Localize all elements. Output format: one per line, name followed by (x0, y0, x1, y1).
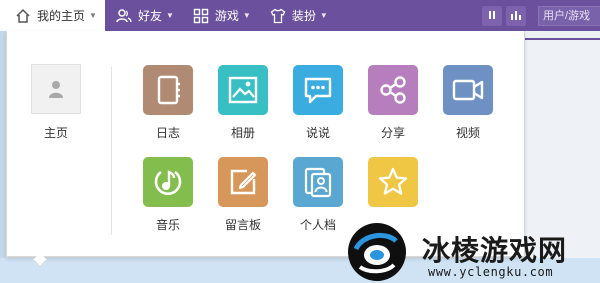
chevron-down-icon: ▼ (319, 11, 328, 20)
share-icon (368, 65, 418, 115)
page-accent-line (525, 38, 600, 40)
notebook-icon (143, 65, 193, 115)
site-watermark: 冰棱游戏网 www.yclengku.com (344, 213, 600, 283)
star-icon (368, 157, 418, 207)
menu-app-profile[interactable]: 个人档 (283, 157, 353, 233)
app-label: 说说 (305, 126, 330, 140)
menu-app-favorites[interactable] (358, 157, 428, 216)
pause-button[interactable] (482, 5, 502, 26)
menu-app-guestbook[interactable]: 留言板 (208, 157, 278, 233)
chevron-down-icon: ▼ (242, 11, 251, 20)
app-label: 日志 (155, 126, 180, 140)
nav-my-homepage[interactable]: 我的主页 ▼ (0, 0, 105, 31)
app-label: 分享 (380, 126, 405, 140)
menu-app-status[interactable]: 说说 (283, 65, 353, 141)
photo-icon (218, 65, 268, 115)
avatar (31, 64, 81, 114)
user-silhouette-icon (49, 81, 63, 98)
menu-app-share[interactable]: 分享 (358, 65, 428, 141)
watermark-site-name: 冰棱游戏网 (422, 234, 568, 267)
nav-label: 好友 (137, 9, 162, 23)
pause-icon (487, 7, 497, 25)
menu-app-music[interactable]: 音乐 (133, 157, 203, 233)
nav-friends[interactable]: 好友 ▼ (105, 0, 182, 31)
nav-dressup[interactable]: 装扮 ▼ (259, 0, 336, 31)
app-label: 个人档 (299, 218, 336, 232)
friends-icon (115, 7, 133, 25)
equalizer-button[interactable] (506, 5, 526, 26)
menu-app-video[interactable]: 视频 (433, 65, 503, 141)
games-grid-icon (192, 7, 210, 25)
menu-app-photos[interactable]: 相册 (208, 65, 278, 141)
profile-card-icon (293, 157, 343, 207)
nav-label: 我的主页 (37, 9, 86, 23)
chat-bubble-icon (293, 65, 343, 115)
app-label: 视频 (455, 126, 480, 140)
search-input[interactable] (538, 5, 600, 26)
nav-label: 装扮 (291, 9, 316, 23)
nav-label: 游戏 (214, 9, 239, 23)
menu-app-blog[interactable]: 日志 (133, 65, 203, 141)
music-note-icon (143, 157, 193, 207)
watermark-logo (348, 223, 406, 281)
tshirt-icon (269, 7, 287, 25)
app-label: 留言板 (224, 218, 261, 232)
app-label: 相册 (230, 126, 255, 140)
toolbar-right (482, 5, 600, 26)
home-icon (14, 7, 32, 25)
menu-home-link[interactable]: 主页 (31, 64, 81, 141)
pencil-board-icon (218, 157, 268, 207)
app-label: 音乐 (155, 218, 180, 232)
chevron-down-icon: ▼ (165, 11, 174, 20)
menu-home-label: 主页 (43, 126, 68, 140)
video-camera-icon (443, 65, 493, 115)
watermark-url: www.yclengku.com (428, 265, 554, 279)
top-navigation-bar: 我的主页 ▼ 好友 ▼ 游戏 ▼ 装扮 ▼ (0, 0, 600, 31)
equalizer-icon (510, 7, 522, 25)
nav-games[interactable]: 游戏 ▼ (182, 0, 259, 31)
chevron-down-icon: ▼ (89, 11, 97, 20)
panel-divider (111, 67, 112, 235)
